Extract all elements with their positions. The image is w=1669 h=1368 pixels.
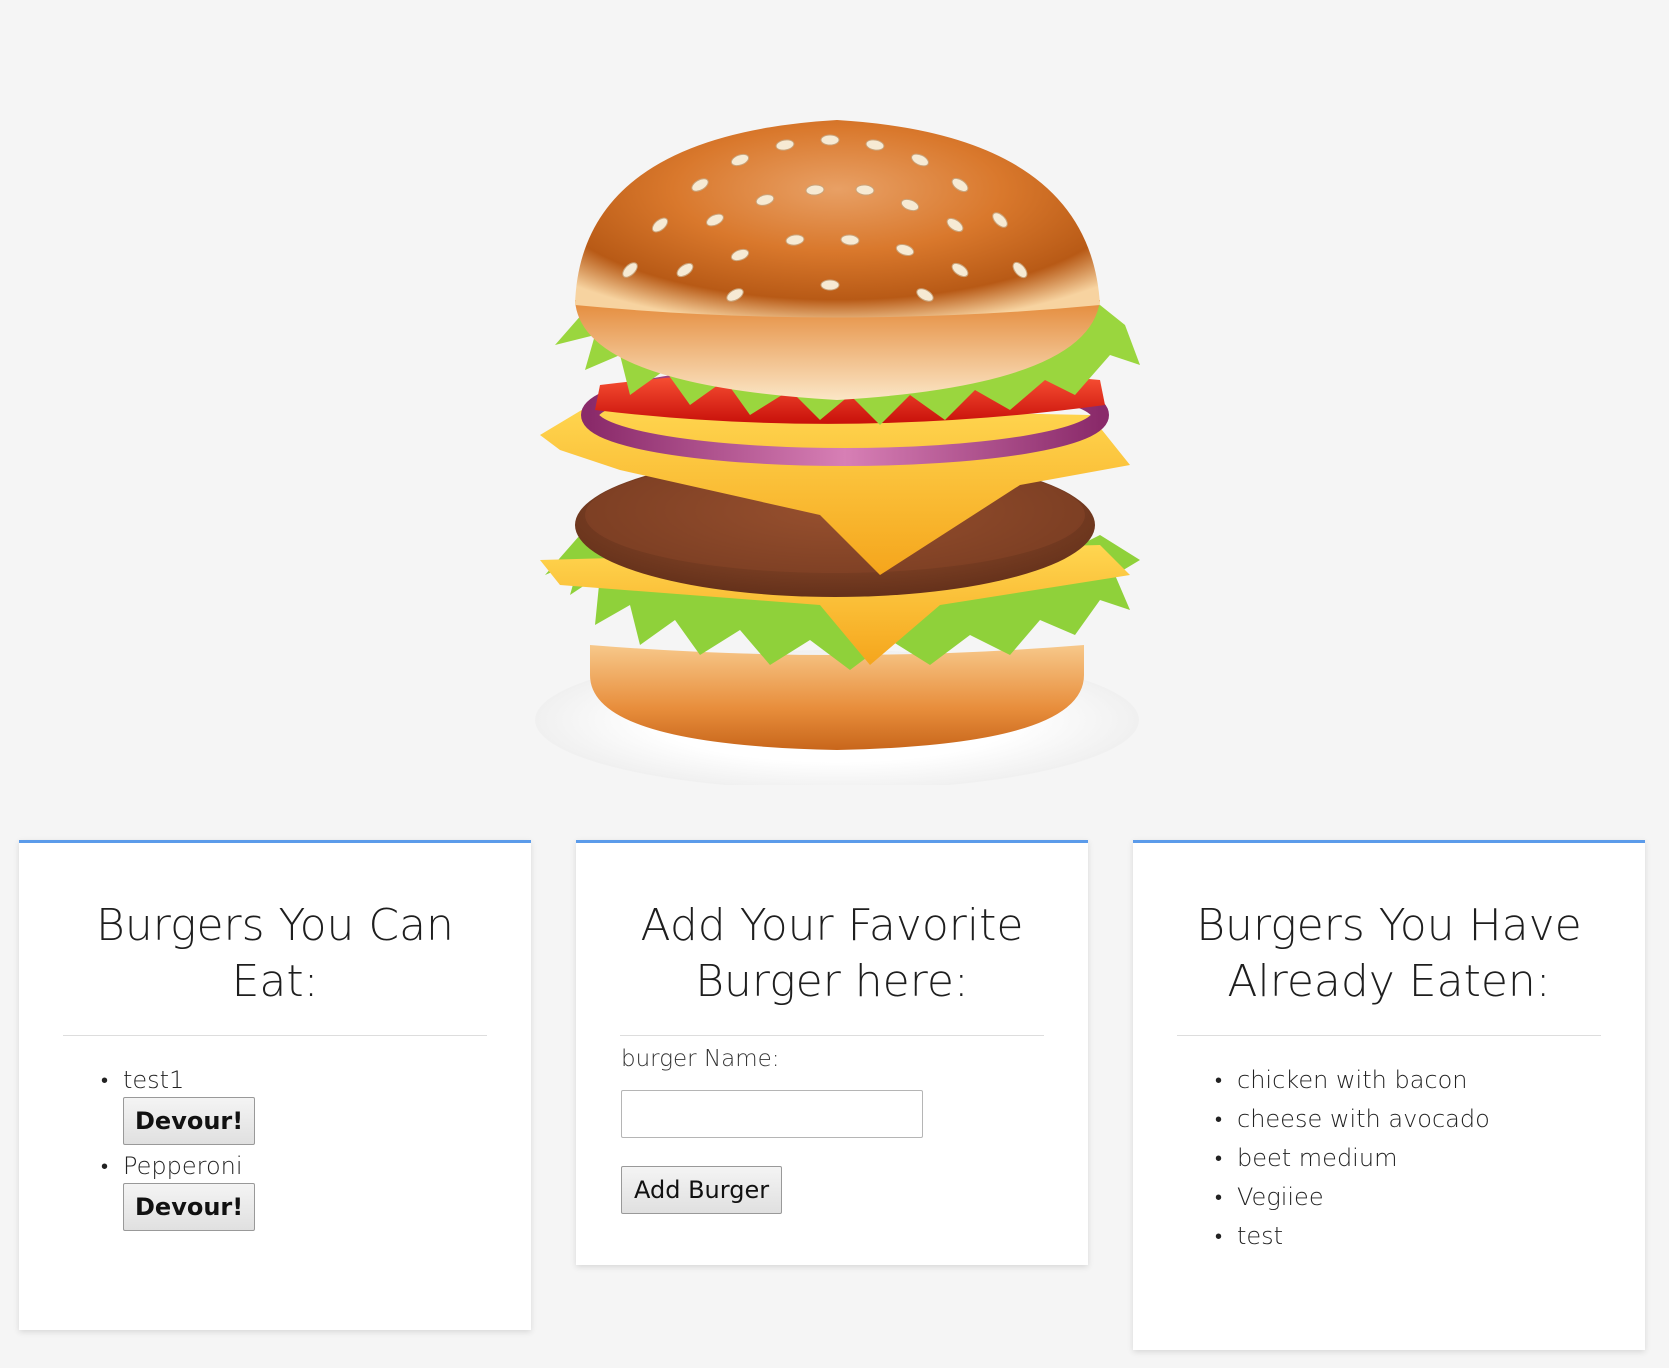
list-item: • Vegiiee [1133,1182,1490,1212]
burger-name-input[interactable] [621,1090,923,1138]
add-burger-panel: Add Your Favorite Burger here: burger Na… [576,840,1088,1265]
burgers-to-eat-list: • test1 Devour! • Pepperoni Devour! [19,1065,256,1237]
bullet-icon: • [101,1154,109,1178]
divider [1177,1035,1601,1036]
bullet-icon: • [1215,1107,1223,1131]
bullet-icon: • [1215,1146,1223,1170]
bullet-icon: • [101,1068,109,1092]
list-item: • chicken with bacon [1133,1065,1490,1095]
burger-name: chicken with bacon [1237,1066,1468,1094]
burger-name: cheese with avocado [1237,1105,1490,1133]
burger-name: Pepperoni [123,1152,243,1180]
devour-button[interactable]: Devour! [123,1097,256,1145]
bullet-icon: • [1215,1185,1223,1209]
burger-name: Vegiiee [1237,1183,1324,1211]
burger-name: test1 [123,1066,185,1094]
add-burger-button[interactable]: Add Burger [621,1166,783,1214]
burgers-eaten-list: • chicken with bacon • cheese with avoca… [1133,1065,1490,1260]
burger-name: beet medium [1237,1144,1398,1172]
panel-title: Burgers You Can Eat: [96,900,454,1007]
devour-button[interactable]: Devour! [123,1183,256,1231]
burger-name: test [1237,1222,1284,1250]
panel-title: Add Your Favorite Burger here: [640,900,1024,1007]
burger-illustration [500,105,1170,785]
burger-name-label: burger Name: [621,1046,780,1072]
divider [620,1035,1044,1036]
panel-title: Burgers You Have Already Eaten: [1196,900,1582,1007]
list-item: • cheese with avocado [1133,1104,1490,1134]
list-item: • Pepperoni Devour! [19,1151,256,1231]
list-item: • beet medium [1133,1143,1490,1173]
burgers-eaten-panel: Burgers You Have Already Eaten: • chicke… [1133,840,1645,1350]
list-item: • test [1133,1221,1490,1251]
divider [63,1035,487,1036]
burgers-to-eat-panel: Burgers You Can Eat: • test1 Devour! • P… [19,840,531,1330]
list-item: • test1 Devour! [19,1065,256,1145]
bullet-icon: • [1215,1224,1223,1248]
bullet-icon: • [1215,1068,1223,1092]
